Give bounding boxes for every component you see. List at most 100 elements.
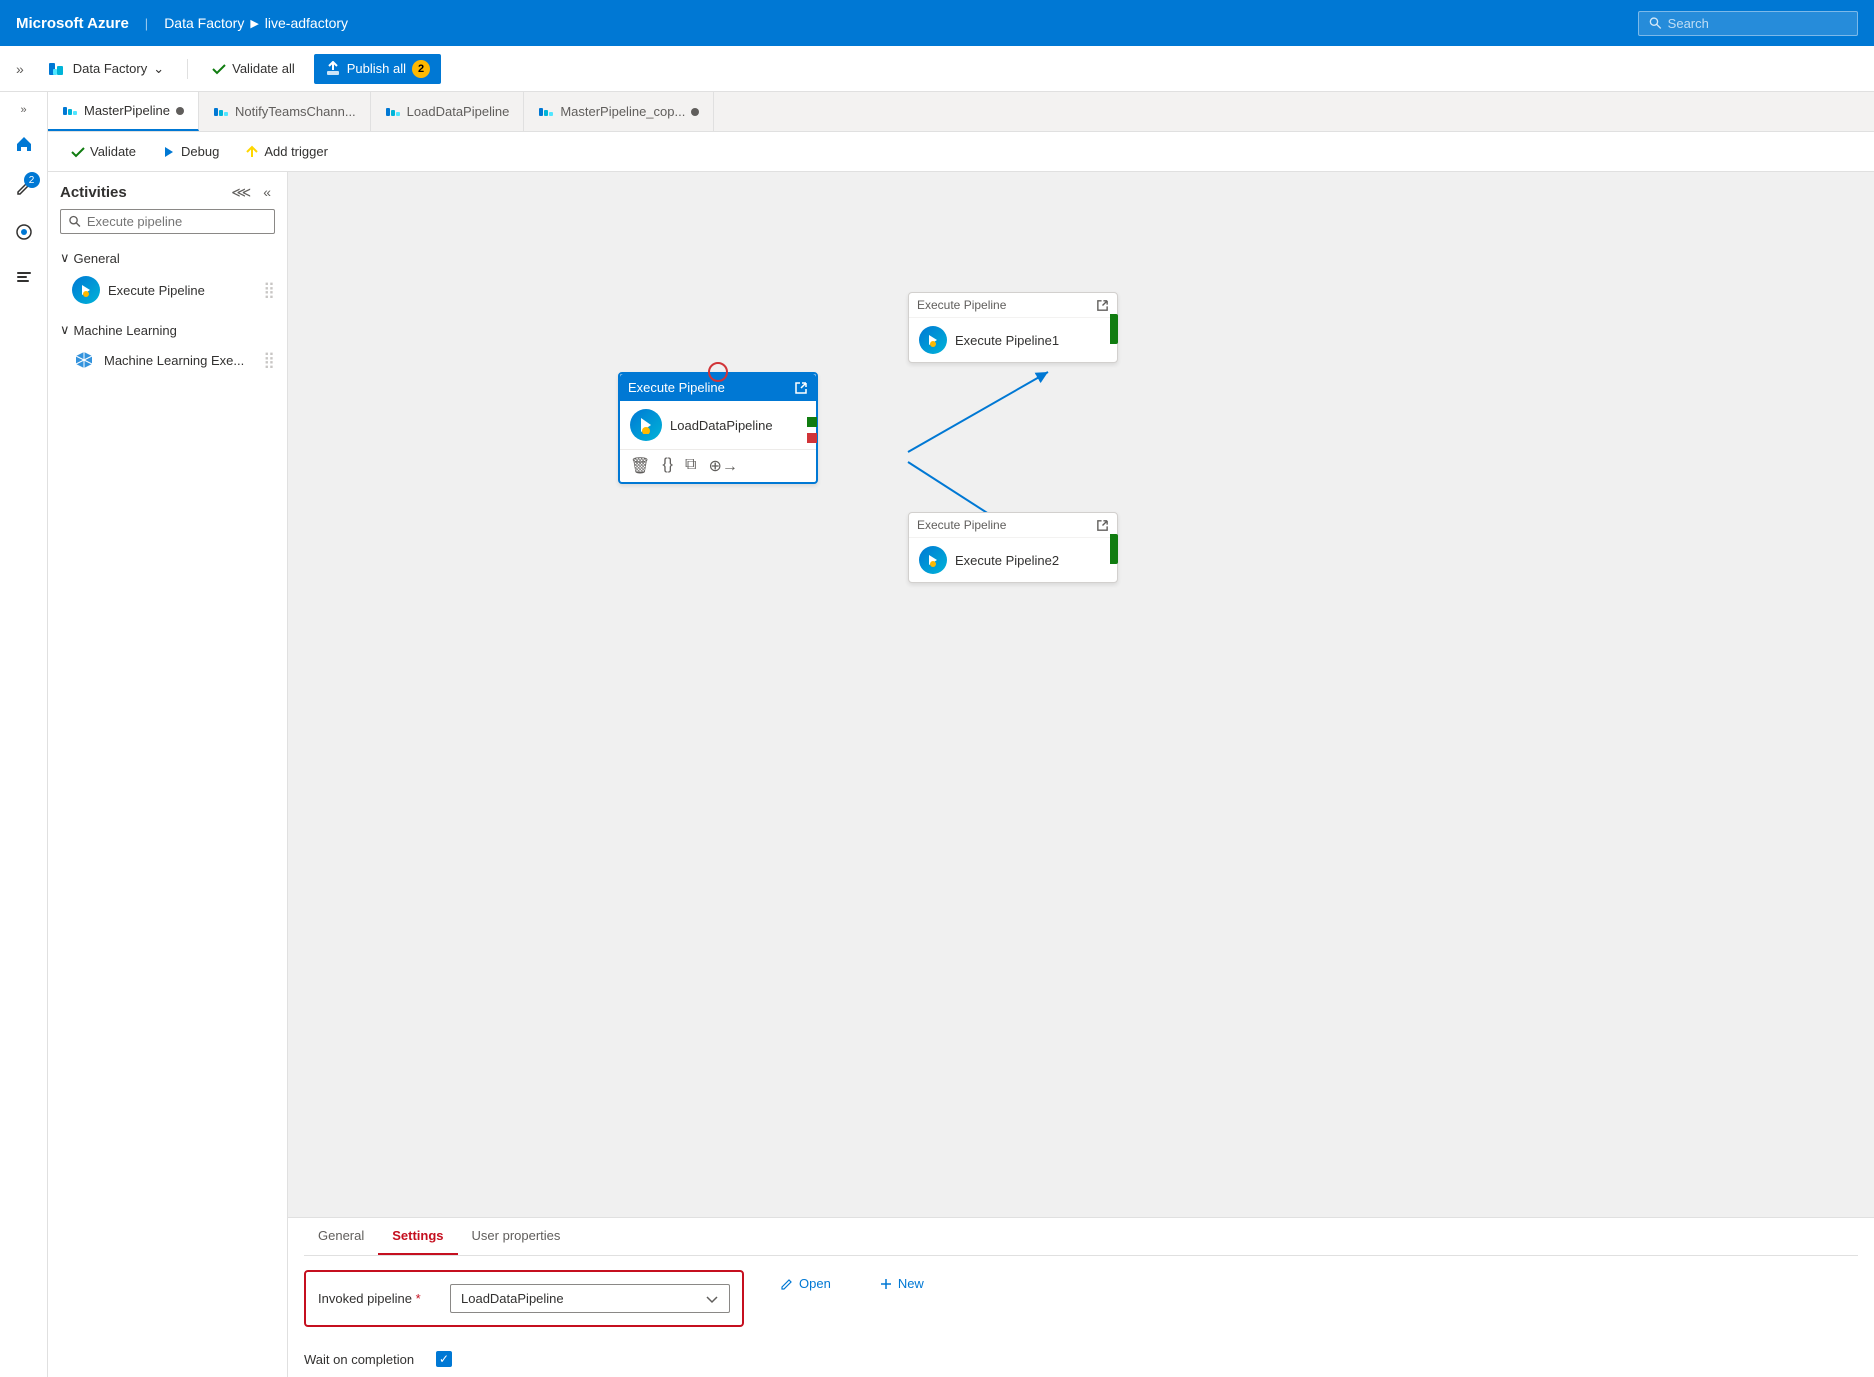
publish-all-label: Publish all [347,61,406,76]
main-layout: » 2 [0,92,1874,1377]
nav-home[interactable] [4,124,44,164]
tab-master-pipeline[interactable]: MasterPipeline [48,92,199,131]
validate-icon [211,61,227,77]
publish-icon [325,61,341,77]
node1-header-label: Execute Pipeline [917,298,1006,312]
select-chevron-icon [705,1292,719,1306]
tab-dot-4 [691,108,699,116]
node2-ep-icon [919,546,947,574]
node-success-indicator [807,417,817,427]
external-link-icon[interactable] [794,381,808,395]
invoked-pipeline-label: Invoked pipeline * [318,1291,438,1306]
wait-checkbox[interactable]: ✓ [436,1351,452,1367]
invoked-pipeline-section: Invoked pipeline * LoadDataPipeline [304,1270,744,1327]
debug-button[interactable]: Debug [151,138,230,165]
connect-node-btn[interactable]: ⊕→ [706,454,739,478]
tab-general[interactable]: General [304,1218,378,1255]
breadcrumb: Data Factory ▶ live-adfactory [164,15,348,31]
execute-pipeline-item-content: Execute Pipeline [72,276,205,304]
execute-pipeline-label: Execute Pipeline [108,283,205,298]
breadcrumb-live-adfactory[interactable]: live-adfactory [265,15,348,31]
tab-settings[interactable]: Settings [378,1218,457,1255]
activity-search-input[interactable] [87,214,266,229]
publish-all-button[interactable]: Publish all 2 [314,54,441,84]
tab-user-properties[interactable]: User properties [458,1218,575,1255]
add-trigger-label: Add trigger [264,144,328,159]
node1-body: Execute Pipeline1 [909,318,1117,362]
node1-success-bar [1110,314,1118,344]
pipeline-node-2[interactable]: Execute Pipeline [908,512,1118,583]
copy-node-btn[interactable]: ⧉ [683,454,698,478]
wait-section: Wait on completion ✓ [304,1341,1858,1377]
nav-monitor[interactable] [4,212,44,252]
tab-dot-1 [176,107,184,115]
expand-icon[interactable]: » [12,59,28,79]
activities-panel: Activities ⋘ « ∨ [48,172,288,1377]
pipeline-canvas[interactable]: Execute Pipeline [288,172,1874,1217]
data-factory-label: Data Factory [73,61,147,76]
validate-label: Validate [90,144,136,159]
drag-handle-execute[interactable]: ⣿ [263,280,275,300]
tab-notify-label: NotifyTeamsChann... [235,104,356,119]
node2-header: Execute Pipeline [909,513,1117,538]
external-link-icon-1[interactable] [1096,299,1109,312]
add-trigger-button[interactable]: Add trigger [234,138,339,165]
collapse-icon[interactable]: ⋘ [227,182,255,203]
node1-ep-icon [919,326,947,354]
pipeline-tab-icon [62,103,78,119]
tab-master-pipeline-label: MasterPipeline [84,103,170,118]
pipeline-node-1[interactable]: Execute Pipeline [908,292,1118,363]
validate-button[interactable]: Validate [60,138,147,165]
content-area: MasterPipeline NotifyTeamsChann... LoadD… [48,92,1874,1377]
pipeline-actions-bar: Validate Debug Add trigger [48,132,1874,172]
nav-edit[interactable]: 2 [4,168,44,208]
ml-execute-label: Machine Learning Exe... [104,353,244,368]
breadcrumb-data-factory[interactable]: Data Factory [164,15,244,31]
chevron-general: ∨ [60,250,70,266]
node2-header-label: Execute Pipeline [917,518,1006,532]
main-node-body: LoadDataPipeline [620,401,816,449]
tab-notify[interactable]: NotifyTeamsChann... [199,92,371,131]
drag-handle-ml[interactable]: ⣿ [263,350,275,370]
general-section-title[interactable]: ∨ General [48,246,287,270]
execute-pipeline-item[interactable]: Execute Pipeline ⣿ [48,270,287,310]
trigger-icon [245,145,259,159]
expand-panel-icon[interactable]: « [259,182,275,203]
tab-load-label: LoadDataPipeline [407,104,510,119]
node2-success-bar [1110,534,1118,564]
ml-execute-item[interactable]: Machine Learning Exe... ⣿ [48,342,287,378]
edit-badge: 2 [24,172,40,188]
data-factory-button[interactable]: Data Factory ⌄ [36,53,175,85]
open-label: Open [799,1276,831,1291]
invoked-pipeline-select[interactable]: LoadDataPipeline [450,1284,730,1313]
left-nav: » 2 [0,92,48,1377]
nav-expand-btn[interactable]: » [16,100,30,120]
pipeline-tab-icon-3 [385,104,401,120]
validate-all-button[interactable]: Validate all [200,55,306,83]
split-area: Activities ⋘ « ∨ [48,172,1874,1377]
main-pipeline-node[interactable]: Execute Pipeline [618,372,818,484]
execute-pipeline-icon [72,276,100,304]
search-icon-activities [69,215,81,228]
search-input[interactable] [1668,16,1847,31]
breadcrumb-arrow: ▶ [250,17,258,30]
activities-controls: ⋘ « [227,182,275,203]
delete-node-btn[interactable]: 🗑 [628,454,652,478]
external-link-icon-2[interactable] [1096,519,1109,532]
code-node-btn[interactable]: {} [660,454,675,478]
tab-load[interactable]: LoadDataPipeline [371,92,525,131]
invoked-pipeline-field: Invoked pipeline * LoadDataPipeline [318,1284,730,1313]
pipeline-tabs: MasterPipeline NotifyTeamsChann... LoadD… [48,92,1874,132]
nav-manage[interactable] [4,256,44,296]
tab-master-copy[interactable]: MasterPipeline_cop... [524,92,714,131]
general-section: ∨ General Execute Pipeline [48,242,287,314]
bottom-panel: General Settings User properties [288,1217,1874,1377]
required-star: * [416,1291,421,1306]
open-button[interactable]: Open [768,1270,843,1297]
ml-section-title[interactable]: ∨ Machine Learning [48,318,287,342]
tab-master-copy-label: MasterPipeline_cop... [560,104,685,119]
new-button[interactable]: New [867,1270,936,1297]
activity-search-box[interactable] [60,209,275,234]
search-box[interactable] [1638,11,1858,36]
publish-badge: 2 [412,60,430,78]
